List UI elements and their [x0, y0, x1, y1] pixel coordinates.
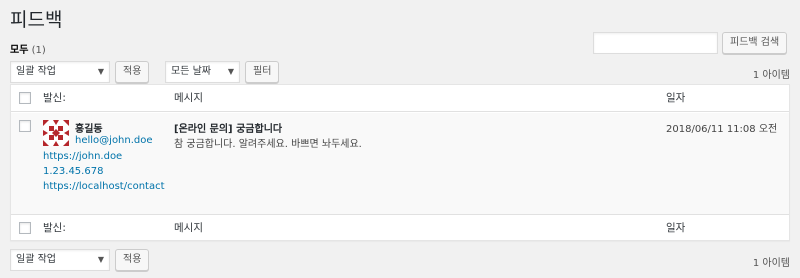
date-filter-select[interactable]: 모든 날짜 ▼: [165, 61, 240, 83]
search-button[interactable]: 피드백 검색: [722, 32, 788, 54]
chevron-down-icon: ▼: [97, 67, 104, 76]
column-header-date[interactable]: 일자: [666, 85, 685, 112]
page-title: 피드백: [10, 9, 63, 31]
items-count-top: 1 아이템: [752, 70, 790, 81]
bulk-action-value: 일괄 작업: [16, 66, 56, 77]
author-name: 홍길동: [75, 124, 103, 135]
column-footer-from[interactable]: 발신:: [43, 215, 66, 242]
column-footer-date[interactable]: 일자: [666, 215, 685, 242]
table-header: 발신: 메시지 일자: [11, 85, 789, 112]
column-footer-message: 메시지: [174, 222, 203, 234]
filter-all-link[interactable]: 모두 (1): [10, 41, 46, 56]
items-count-bottom: 1 아이템: [752, 258, 790, 269]
search-input[interactable]: [593, 32, 718, 54]
identicon-avatar: [43, 120, 69, 146]
feedback-table: 발신: 메시지 일자 홍길동 hello@john.doe https://jo…: [10, 84, 790, 241]
date-filter-value: 모든 날짜: [171, 66, 211, 77]
chevron-down-icon: ▼: [97, 255, 104, 264]
filter-button[interactable]: 필터: [245, 61, 280, 83]
apply-button-top[interactable]: 적용: [115, 61, 150, 83]
feedback-date: 2018/06/11 11:08 오전: [666, 124, 778, 135]
author-ip-link[interactable]: 1.23.45.678: [43, 166, 103, 177]
bulk-action-value-bottom: 일괄 작업: [16, 254, 56, 265]
filter-all-count: (1): [31, 45, 46, 56]
feedback-message: 참 궁금합니다. 알려주세요. 바쁘면 놔두세요.: [174, 139, 362, 150]
select-all-checkbox-footer[interactable]: [19, 222, 31, 234]
author-url-link[interactable]: https://john.doe: [43, 151, 122, 162]
chevron-down-icon: ▼: [227, 67, 234, 76]
table-footer: 발신: 메시지 일자: [11, 214, 789, 241]
author-email-link[interactable]: hello@john.doe: [75, 135, 153, 146]
table-row: 홍길동 hello@john.doe https://john.doe 1.23…: [11, 113, 789, 214]
feedback-subject: [온라인 문의] 궁금합니다: [174, 124, 283, 135]
filter-all-label[interactable]: 모두: [10, 45, 28, 56]
row-checkbox[interactable]: [19, 120, 31, 132]
bulk-action-select-bottom[interactable]: 일괄 작업 ▼: [10, 249, 110, 271]
apply-button-bottom[interactable]: 적용: [115, 249, 150, 271]
select-all-checkbox[interactable]: [19, 92, 31, 104]
contact-page-link[interactable]: https://localhost/contact: [43, 181, 165, 192]
column-header-from[interactable]: 발신:: [43, 85, 66, 112]
bulk-action-select-top[interactable]: 일괄 작업 ▼: [10, 61, 110, 83]
column-header-message: 메시지: [174, 92, 203, 104]
